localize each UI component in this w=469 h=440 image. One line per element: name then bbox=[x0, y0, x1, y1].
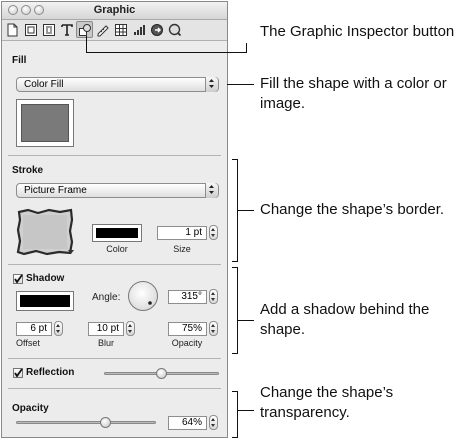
bracket-line bbox=[237, 391, 238, 438]
stroke-size-label: Size bbox=[173, 244, 191, 254]
opacity-field[interactable]: 64% bbox=[168, 416, 207, 430]
document-icon bbox=[7, 23, 18, 36]
graphic-inspector-button[interactable] bbox=[76, 21, 93, 38]
metrics-icon bbox=[97, 24, 109, 36]
stroke-size-field[interactable]: 1 pt bbox=[157, 226, 207, 240]
stroke-section-label: Stroke bbox=[12, 165, 44, 176]
shadow-blur-stepper[interactable] bbox=[126, 321, 135, 336]
shadow-checkbox[interactable] bbox=[13, 274, 23, 284]
graphic-icon bbox=[78, 23, 91, 36]
opacity-slider[interactable] bbox=[16, 421, 156, 424]
table-inspector-button[interactable] bbox=[112, 21, 129, 38]
shadow-offset-label: Offset bbox=[16, 338, 40, 348]
opacity-callout: Change the shape’s transparency. bbox=[260, 384, 394, 421]
hyperlink-icon bbox=[150, 23, 163, 36]
layout-inspector-button[interactable] bbox=[22, 21, 39, 38]
reflection-label: Reflection bbox=[26, 367, 75, 378]
chart-inspector-button[interactable] bbox=[130, 21, 147, 38]
title-bar[interactable]: Graphic bbox=[2, 2, 227, 20]
inspector-button-callout: The Graphic Inspector button bbox=[260, 23, 455, 40]
shadow-offset-stepper[interactable] bbox=[54, 321, 63, 336]
stroke-type-value: Picture Frame bbox=[24, 185, 87, 196]
stroke-type-popup[interactable]: Picture Frame bbox=[16, 183, 219, 198]
shadow-blur-label: Blur bbox=[97, 338, 114, 348]
table-icon bbox=[114, 23, 127, 36]
wrap-icon bbox=[42, 23, 55, 36]
fill-callout: Fill the shape with a color or image. bbox=[260, 75, 447, 112]
quicktime-inspector-button[interactable] bbox=[166, 21, 183, 38]
shadow-opacity-field[interactable]: 75% bbox=[168, 322, 207, 336]
opacity-stepper[interactable] bbox=[209, 415, 218, 430]
shadow-opacity-stepper[interactable] bbox=[209, 321, 218, 336]
updown-arrows-icon bbox=[209, 79, 214, 88]
quicktime-icon bbox=[168, 23, 181, 36]
callout-line bbox=[237, 410, 254, 411]
shadow-opacity-label: Opacity bbox=[171, 338, 203, 348]
graphic-inspector-window: Graphic Fill Color Fill Stroke Picture F… bbox=[1, 1, 228, 438]
chart-icon bbox=[133, 24, 145, 35]
section-divider bbox=[8, 155, 221, 156]
section-divider bbox=[8, 358, 221, 359]
document-inspector-button[interactable] bbox=[4, 21, 21, 38]
shadow-angle-field[interactable]: 315° bbox=[168, 290, 207, 304]
layout-icon bbox=[24, 23, 37, 36]
stroke-color-label: Color bbox=[106, 244, 128, 254]
bracket-line bbox=[232, 437, 238, 438]
fill-color-swatch bbox=[21, 104, 69, 142]
shadow-blur-field[interactable]: 10 pt bbox=[88, 322, 124, 336]
shadow-offset-field[interactable]: 6 pt bbox=[16, 322, 52, 336]
shadow-section-label: Shadow bbox=[26, 273, 65, 284]
bracket-line bbox=[232, 261, 238, 262]
callout-line bbox=[237, 210, 254, 211]
callout-line bbox=[86, 36, 87, 53]
window-title: Graphic bbox=[93, 4, 136, 16]
angle-indicator-icon bbox=[148, 301, 152, 305]
checkmark-icon bbox=[14, 274, 23, 284]
callout-line bbox=[237, 320, 254, 321]
updown-arrows-icon bbox=[209, 185, 214, 194]
text-inspector-button[interactable] bbox=[58, 21, 75, 38]
popup-arrows-icon bbox=[205, 183, 218, 198]
shadow-callout: Add a shadow behind the shape. bbox=[260, 301, 430, 338]
opacity-section-label: Opacity bbox=[12, 403, 49, 414]
reflection-slider-knob[interactable] bbox=[156, 368, 167, 379]
inspector-toolbar bbox=[2, 20, 227, 41]
bracket-line bbox=[237, 267, 238, 354]
picture-frame-preview[interactable] bbox=[16, 208, 74, 256]
callout-line bbox=[86, 52, 246, 53]
text-icon bbox=[60, 23, 73, 36]
hyperlink-inspector-button[interactable] bbox=[148, 21, 165, 38]
shadow-angle-wheel[interactable] bbox=[128, 281, 158, 311]
fill-section-label: Fill bbox=[12, 55, 27, 66]
metrics-inspector-button[interactable] bbox=[94, 21, 111, 38]
stroke-callout: Change the shape’s border. bbox=[260, 201, 445, 218]
frame-options-triangle-icon[interactable] bbox=[68, 250, 75, 256]
wrap-inspector-button[interactable] bbox=[40, 21, 57, 38]
checkmark-icon bbox=[14, 368, 23, 378]
picture-frame-icon bbox=[16, 208, 74, 256]
opacity-slider-knob[interactable] bbox=[100, 417, 112, 428]
shadow-color-swatch bbox=[20, 295, 70, 307]
section-divider bbox=[8, 388, 221, 389]
stroke-color-swatch bbox=[96, 228, 138, 238]
section-divider bbox=[8, 264, 221, 265]
fill-type-popup[interactable]: Color Fill bbox=[16, 77, 219, 92]
stroke-size-stepper[interactable] bbox=[209, 225, 218, 240]
callout-line bbox=[246, 43, 247, 53]
shadow-angle-label: Angle: bbox=[92, 292, 121, 303]
fill-color-well[interactable] bbox=[16, 99, 74, 147]
fill-type-value: Color Fill bbox=[24, 79, 64, 90]
popup-arrows-icon bbox=[205, 77, 218, 92]
reflection-checkbox[interactable] bbox=[13, 368, 23, 378]
callout-line bbox=[227, 84, 254, 85]
shadow-angle-stepper[interactable] bbox=[209, 289, 218, 304]
bracket-line bbox=[232, 353, 238, 354]
shadow-color-well[interactable] bbox=[16, 291, 74, 311]
stroke-color-well[interactable] bbox=[92, 224, 142, 242]
